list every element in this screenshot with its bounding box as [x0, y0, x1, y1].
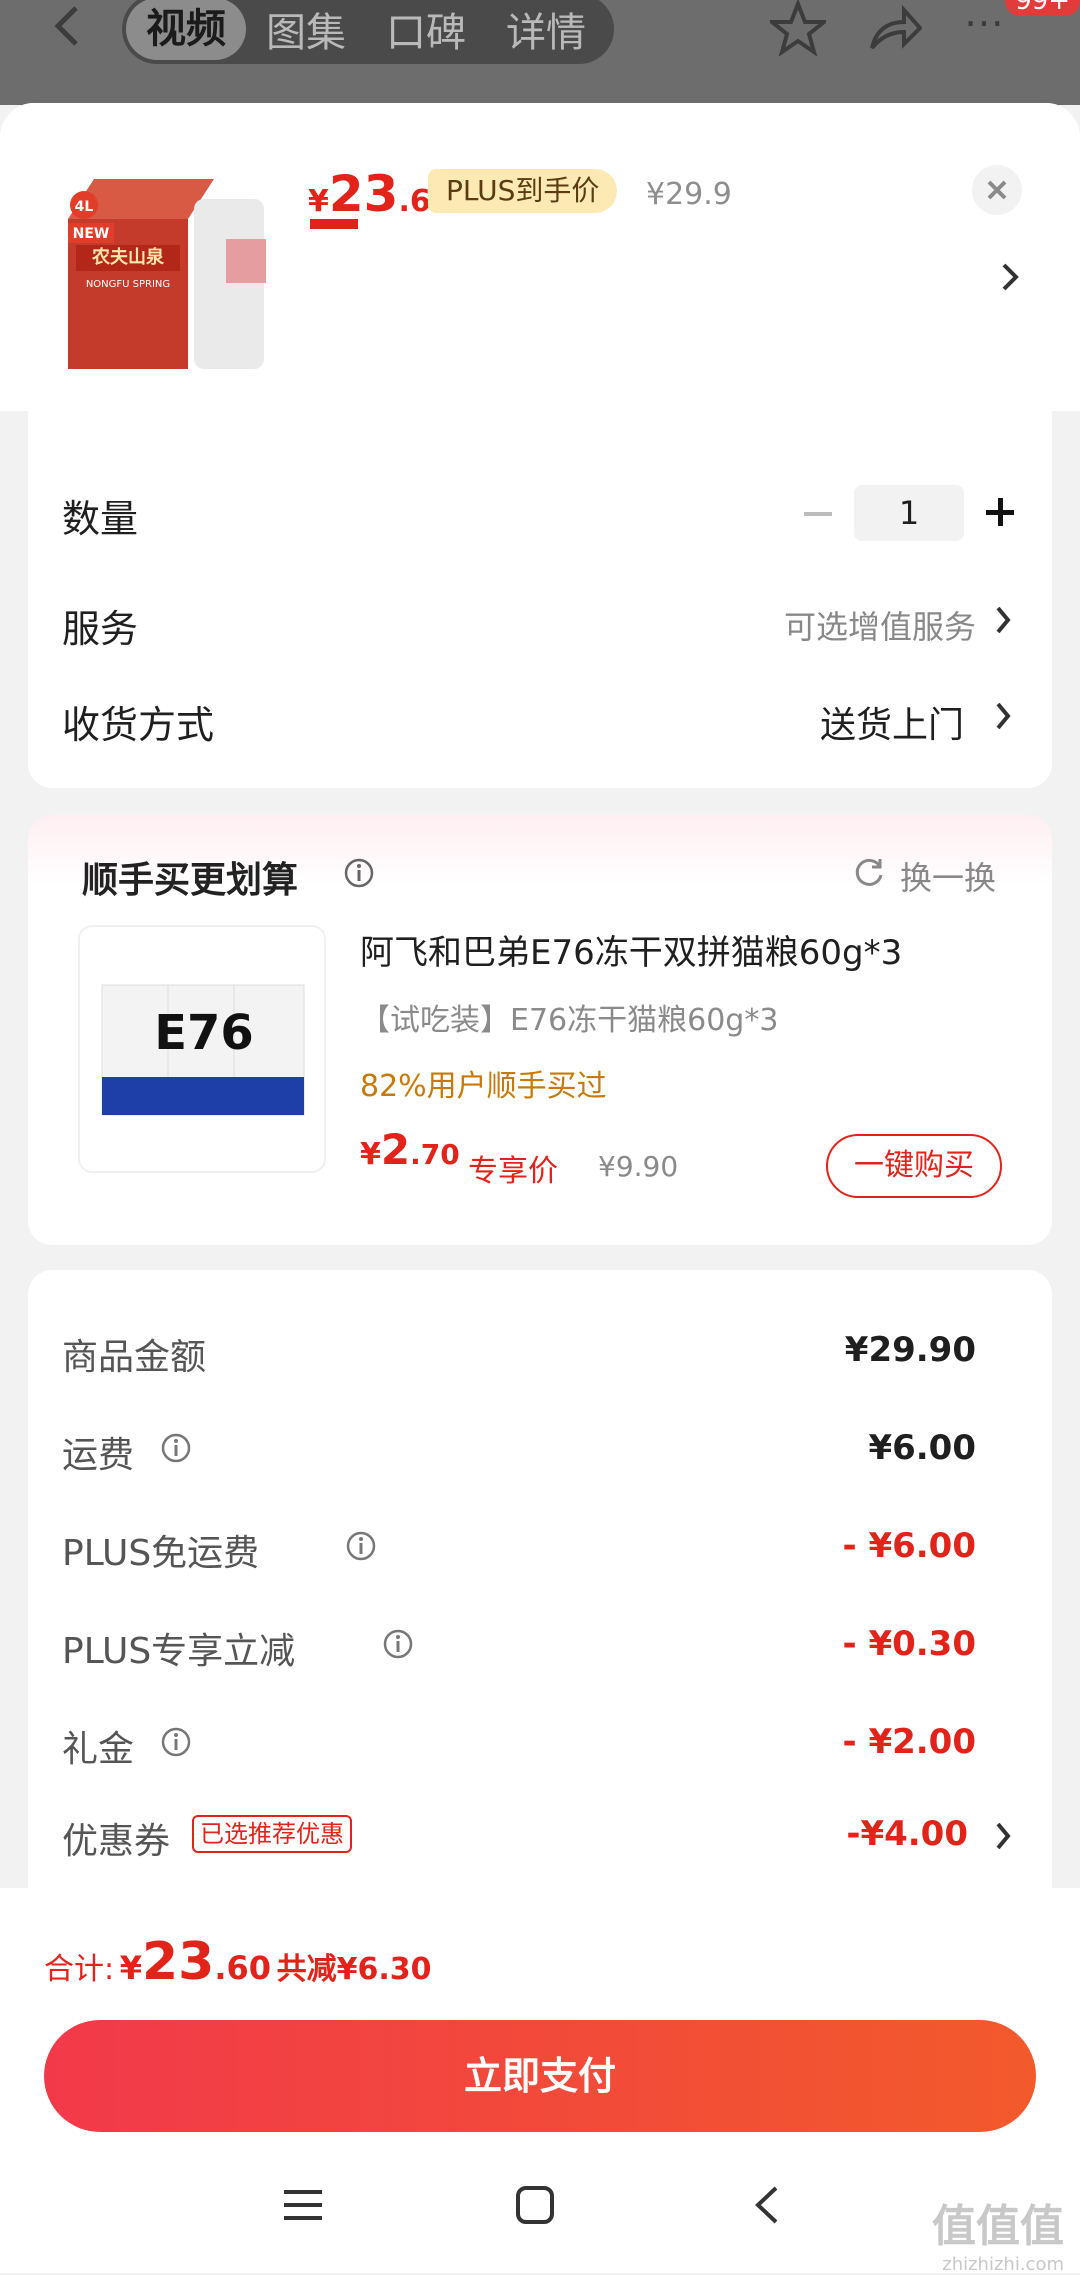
- recommend-spec: 【试吃装】E76冻干猫粮60g*3: [360, 1003, 779, 1038]
- share-icon[interactable]: [866, 0, 922, 56]
- recommend-original-price: ¥9.90: [598, 1150, 679, 1183]
- info-icon[interactable]: [160, 1726, 192, 1758]
- quantity-label: 数量: [62, 497, 139, 541]
- chevron-right-icon[interactable]: [1000, 259, 1020, 295]
- fee-label: 礼金: [62, 1729, 135, 1770]
- tab-details[interactable]: 详情: [486, 0, 606, 58]
- fee-value: - ¥2.00: [842, 1722, 977, 1762]
- fee-value: - ¥0.30: [842, 1624, 977, 1664]
- product-price: ¥23.6: [308, 165, 431, 223]
- fee-label: 商品金额: [62, 1337, 207, 1378]
- product-header: 农夫山泉 NONGFU SPRING 4L NEW ¥23.6 PLUS到手价 …: [0, 103, 1080, 411]
- info-icon[interactable]: [160, 1432, 192, 1464]
- close-icon: [987, 180, 1007, 200]
- more-icon[interactable]: ⋯: [964, 0, 1004, 46]
- fee-value: ¥6.00: [868, 1428, 976, 1468]
- total-summary: 合计: ¥23.60 共减¥6.30: [44, 1932, 432, 1992]
- recommend-title: 顺手买更划算: [82, 860, 299, 901]
- service-label: 服务: [62, 607, 139, 651]
- fee-label: 运费: [62, 1435, 135, 1476]
- watermark: 值值值 zhizhizhi.com: [932, 2201, 1064, 2275]
- service-value[interactable]: 可选增值服务: [784, 602, 976, 648]
- system-nav-bar: [0, 2150, 1080, 2273]
- star-icon[interactable]: [770, 0, 826, 56]
- tab-reviews[interactable]: 口碑: [366, 0, 486, 58]
- refresh-label[interactable]: 换一换: [900, 853, 996, 899]
- info-icon[interactable]: [345, 1530, 377, 1562]
- tab-gallery[interactable]: 图集: [246, 0, 366, 58]
- quantity-input[interactable]: 1: [854, 485, 964, 541]
- coupon-selected-tag: 已选推荐优惠: [192, 1815, 352, 1853]
- home-icon[interactable]: [514, 2184, 556, 2226]
- info-icon[interactable]: [382, 1628, 414, 1660]
- close-button[interactable]: [972, 165, 1022, 215]
- info-icon[interactable]: [343, 857, 375, 889]
- product-image: 农夫山泉 NONGFU SPRING 4L NEW: [54, 159, 276, 377]
- price-underline: [310, 219, 358, 229]
- fee-label: 优惠券: [62, 1821, 171, 1862]
- quantity-minus-button[interactable]: [804, 512, 832, 516]
- image-brand-text: 农夫山泉: [91, 246, 165, 268]
- fee-value[interactable]: -¥4.00: [846, 1814, 968, 1854]
- fee-label: PLUS专享立减: [62, 1631, 296, 1672]
- fee-value: - ¥6.00: [842, 1526, 977, 1566]
- tab-bar: 视频 图集 口碑 详情: [122, 0, 614, 64]
- coupon-chevron-icon[interactable]: [994, 1820, 1012, 1852]
- image-brand-en: NONGFU SPRING: [86, 279, 170, 290]
- one-click-buy-button[interactable]: 一键购买: [826, 1134, 1002, 1198]
- back-icon[interactable]: [48, 0, 88, 60]
- plus-price-tag: PLUS到手价: [428, 169, 618, 213]
- menu-icon[interactable]: [282, 2186, 324, 2224]
- recommend-price: ¥2.70: [360, 1125, 460, 1174]
- tab-video[interactable]: 视频: [126, 0, 246, 60]
- delivery-chevron-icon[interactable]: [994, 700, 1012, 732]
- recommend-stat: 82%用户顺手买过: [360, 1069, 607, 1104]
- recommend-image[interactable]: E76: [78, 925, 326, 1173]
- fee-value: ¥29.90: [844, 1330, 976, 1370]
- nav-back-icon[interactable]: [752, 2184, 782, 2226]
- recommend-name[interactable]: 阿飞和巴弟E76冻干双拼猫粮60g*3: [360, 925, 902, 974]
- delivery-label: 收货方式: [62, 703, 215, 747]
- refresh-icon[interactable]: [852, 855, 886, 889]
- pay-now-button[interactable]: 立即支付: [44, 2020, 1036, 2132]
- original-price: ¥29.9: [646, 177, 732, 212]
- fee-label: PLUS免运费: [62, 1533, 260, 1574]
- recommend-price-tag: 专享价: [468, 1154, 558, 1189]
- service-chevron-icon[interactable]: [994, 604, 1012, 636]
- image-new-tag: NEW: [73, 226, 110, 242]
- notification-badge: 99+: [1005, 0, 1080, 16]
- top-bar: 视频 图集 口碑 详情 ⋯ 99+: [0, 0, 1080, 105]
- image-label: E76: [154, 1005, 254, 1061]
- quantity-plus-button[interactable]: [984, 496, 1016, 528]
- image-volume: 4L: [75, 199, 94, 215]
- delivery-value[interactable]: 送货上门: [820, 696, 964, 748]
